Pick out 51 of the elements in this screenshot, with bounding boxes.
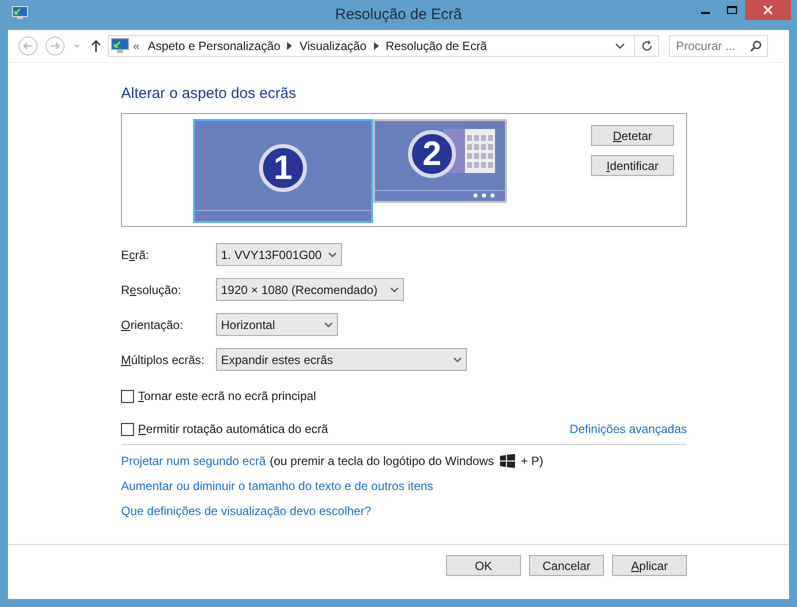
checkbox-label[interactable]: Permitir rotação automática do ecrã [138, 420, 328, 438]
overflow-chevron[interactable]: « [133, 37, 140, 55]
field-label: Ecrã: [121, 246, 150, 264]
page-heading: Alterar o aspeto dos ecrãs [121, 84, 298, 104]
dots-icon [473, 193, 495, 198]
address-bar[interactable]: « Aspeto e Personalização Visualização Resolução de Ecrã [108, 35, 659, 57]
hint-text: + P) [520, 453, 544, 470]
chevron-icon [287, 42, 292, 50]
link[interactable]: Aumentar ou diminuir o tamanho do texto e de outros itens [121, 478, 434, 494]
chevron-icon [374, 42, 379, 50]
dropdown[interactable]: 1920 × 1080 (Recomendado) [216, 278, 404, 301]
windows-logo-icon [500, 454, 515, 468]
link[interactable]: Que definições de visualização devo escolher? [121, 503, 372, 519]
close-icon [763, 5, 773, 15]
button[interactable]: Identificar [591, 155, 674, 176]
close-button[interactable] [745, 0, 791, 20]
link[interactable]: Projetar num segundo ecrã [121, 452, 266, 470]
dropdown-icon[interactable] [614, 42, 626, 50]
display-number: 1 [259, 144, 307, 192]
checkbox[interactable] [121, 422, 134, 436]
refresh-icon [640, 40, 652, 52]
window-title: Resolução de Ecrã [335, 4, 462, 25]
link[interactable]: Definições avançadas [570, 420, 687, 438]
breadcrumb[interactable]: Resolução de Ecrã [386, 37, 487, 55]
breadcrumb[interactable]: Visualização [299, 37, 367, 55]
caret-icon [390, 286, 399, 292]
breadcrumb[interactable]: Aspeto e Personalização [148, 37, 280, 55]
checkbox[interactable] [121, 390, 134, 402]
field-label: Múltiplos ecrãs: [121, 352, 206, 368]
caret-icon [328, 252, 337, 258]
monitor-thumbnail[interactable]: 1 [193, 119, 373, 223]
monitor-icon [111, 38, 129, 54]
monitor-icon [12, 5, 28, 21]
search-field[interactable]: Procurar ... [669, 35, 768, 57]
field-label: Resolução: [121, 282, 182, 298]
up-button[interactable] [90, 39, 102, 53]
display-number: 2 [408, 130, 456, 178]
dropdown[interactable]: Expandir estes ecrãs [216, 348, 467, 371]
monitor-thumbnail[interactable]: 2 [373, 119, 507, 203]
hint-text: (ou premir a tecla do logótipo do Windows [270, 453, 494, 470]
search-icon [750, 40, 762, 52]
button[interactable]: OK [446, 555, 521, 576]
dropdown[interactable]: Horizontal [216, 313, 338, 336]
caret-icon [324, 322, 333, 328]
dropdown[interactable]: 1. VVY13F001G00 [216, 243, 342, 266]
caret-icon [453, 356, 462, 362]
button[interactable]: Cancelar [529, 555, 604, 576]
checkbox-label[interactable]: Tornar este ecrã no ecrã principal [138, 387, 316, 405]
field-label: Orientação: [121, 316, 184, 334]
button[interactable]: Detetar [591, 125, 674, 146]
button[interactable]: Aplicar [612, 555, 687, 576]
